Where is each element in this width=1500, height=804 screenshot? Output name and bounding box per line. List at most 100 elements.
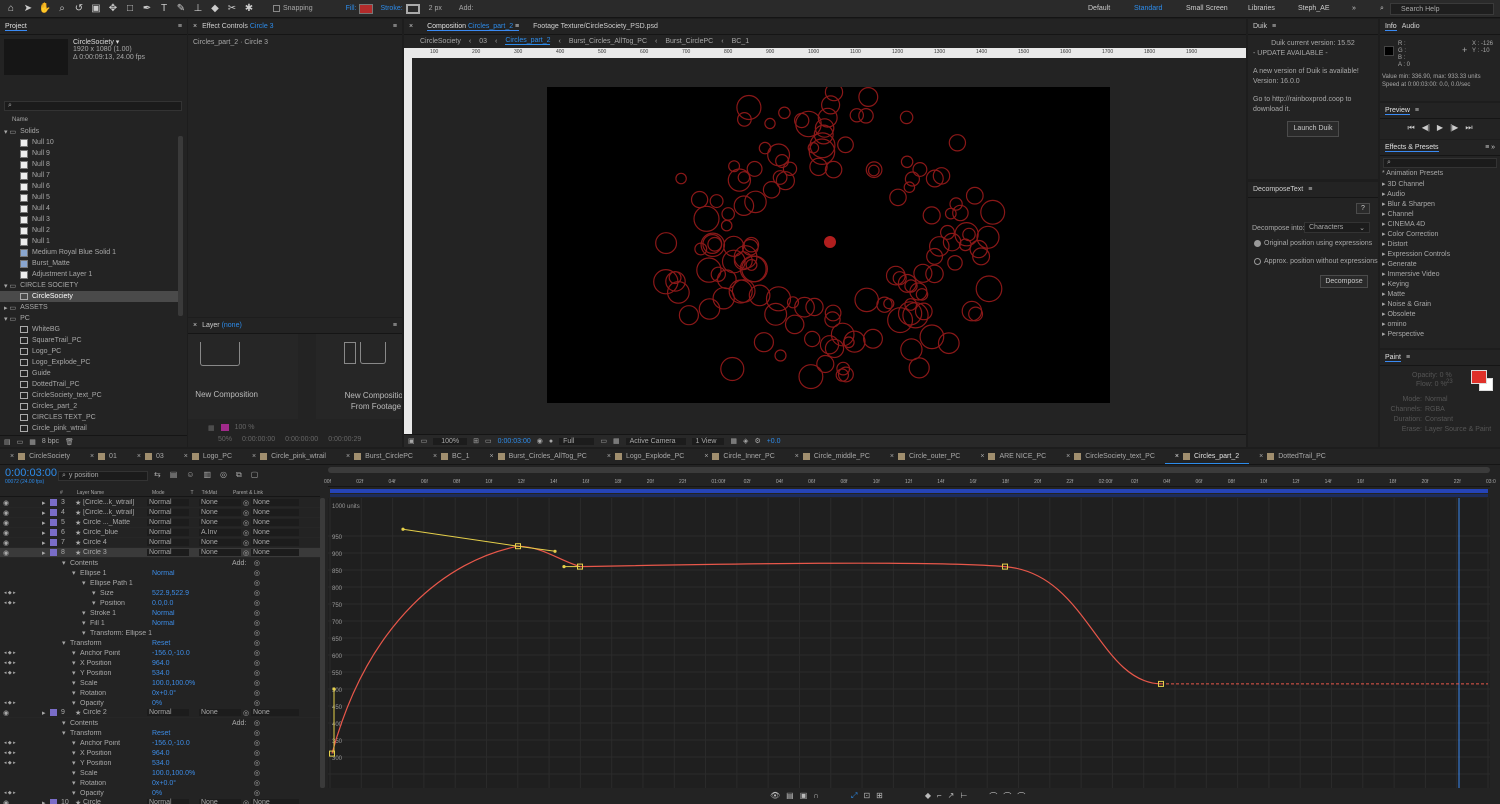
- mask-icon[interactable]: ▭: [485, 437, 492, 445]
- workspace-steph[interactable]: Steph_AE: [1298, 5, 1330, 12]
- shape-circle[interactable]: [786, 296, 800, 309]
- time-ruler[interactable]: 00f 02f 04f 06f 08f 10f 12f 14f 16f 18f 20f 22f 01:0…: [324, 475, 1496, 487]
- keyframe-nav[interactable]: ◂ ◆ ▸: [0, 670, 50, 676]
- eye-icon[interactable]: ◉: [0, 529, 12, 537]
- timeline-tab[interactable]: × Logo_Explode_PC: [597, 449, 694, 464]
- work-area-bar[interactable]: [330, 489, 1488, 493]
- layer-row[interactable]: ◉ ▸ 9 ★ Circle 2 Normal None ◎ None: [0, 708, 320, 718]
- project-item[interactable]: Circle_pink_wtrail: [0, 423, 178, 434]
- handle-point[interactable]: [332, 687, 336, 691]
- property-row[interactable]: ▾ Transform Reset ◎: [0, 728, 320, 738]
- center-dot[interactable]: [824, 236, 836, 248]
- layer-row[interactable]: ◉ ▸ 5 ★ Circle ..._Matte Normal None ◎ None: [0, 518, 320, 528]
- shape-circle[interactable]: [904, 171, 920, 187]
- prev-frame-icon[interactable]: ◀|: [1422, 123, 1430, 133]
- close-icon[interactable]: ×: [193, 322, 197, 329]
- transform-box-icon[interactable]: ▣: [800, 791, 808, 802]
- effects-category[interactable]: ▸ Immersive Video: [1382, 270, 1500, 280]
- property-row[interactable]: ◂ ◆ ▸ ▾ Opacity 0% ◎: [0, 698, 320, 708]
- new-comp-icon[interactable]: ▦: [29, 438, 36, 446]
- close-icon[interactable]: ×: [1259, 453, 1263, 460]
- stroke-width[interactable]: 2 px: [429, 5, 442, 12]
- shape-circle[interactable]: [778, 106, 791, 120]
- label-color[interactable]: [50, 549, 57, 556]
- property-value[interactable]: 100.0,100.0%: [152, 680, 232, 687]
- expression-icon[interactable]: ◎: [254, 569, 260, 577]
- close-icon[interactable]: ×: [346, 453, 350, 460]
- close-icon[interactable]: ×: [980, 453, 984, 460]
- layer-mode-select[interactable]: Normal: [147, 509, 189, 516]
- time-navigator[interactable]: [328, 467, 1490, 473]
- paint-duration-select[interactable]: Constant: [1422, 415, 1453, 425]
- shape-circle[interactable]: [737, 171, 751, 184]
- project-col-name[interactable]: Name: [12, 117, 28, 123]
- effect-controls-tab[interactable]: Effect Controls Circle 3: [202, 23, 273, 30]
- fill-swatch[interactable]: [359, 3, 374, 14]
- shape-circle[interactable]: [809, 157, 828, 177]
- eye-icon[interactable]: ◉: [0, 549, 12, 557]
- expression-icon[interactable]: ◎: [254, 559, 260, 567]
- next-frame-icon[interactable]: |▶: [1450, 123, 1458, 133]
- layer-parent-select[interactable]: None: [251, 539, 299, 546]
- layer-duration[interactable]: 0:00:00:29: [328, 436, 361, 443]
- layer-zoom[interactable]: 100 %: [235, 424, 255, 431]
- close-icon[interactable]: ×: [795, 453, 799, 460]
- twirl-icon[interactable]: ▾: [82, 609, 90, 617]
- shy-icon[interactable]: ☺: [186, 470, 194, 480]
- property-value[interactable]: Normal: [152, 620, 232, 627]
- shape-circle[interactable]: [975, 275, 1003, 303]
- twirl-icon[interactable]: ▾: [72, 649, 80, 657]
- layer-name[interactable]: Circle 2: [83, 709, 143, 716]
- shape-circle[interactable]: [696, 257, 722, 283]
- property-row[interactable]: ▾ Rotation 0x+0.0° ◎: [0, 688, 320, 698]
- 3d-icon[interactable]: ◈: [743, 437, 748, 445]
- pickwhip-icon[interactable]: ◎: [241, 509, 251, 517]
- audio-tab[interactable]: Audio: [1402, 23, 1420, 30]
- expression-icon[interactable]: ◎: [254, 649, 260, 657]
- close-icon[interactable]: ×: [409, 23, 413, 30]
- shape-circle[interactable]: [900, 338, 923, 361]
- timeline-tab[interactable]: × CircleSociety_text_PC: [1056, 449, 1165, 464]
- add-label[interactable]: Add:: [459, 5, 473, 12]
- shape-circle[interactable]: [720, 356, 745, 382]
- effects-category[interactable]: ▸ 3D Channel: [1382, 180, 1500, 190]
- pixel-icon[interactable]: ▦: [730, 437, 737, 445]
- shape-circle[interactable]: [736, 94, 762, 121]
- duik-tab[interactable]: Duik: [1253, 23, 1267, 30]
- pickwhip-icon[interactable]: ◎: [241, 519, 251, 527]
- twirl-icon[interactable]: ▾: [72, 759, 80, 767]
- property-row[interactable]: ▾ Rotation 0x+0.0° ◎: [0, 778, 320, 788]
- layer-mode-select[interactable]: Normal: [147, 519, 189, 526]
- effects-category[interactable]: ▸ Perspective: [1382, 330, 1500, 340]
- property-value[interactable]: 0.0,0.0: [152, 600, 232, 607]
- paint-fg-color[interactable]: [1471, 370, 1487, 384]
- effects-category[interactable]: ▸ Color Correction: [1382, 230, 1500, 240]
- layer-mode-select[interactable]: Normal: [147, 529, 189, 536]
- shape-circle[interactable]: [765, 286, 792, 312]
- paint-channels-select[interactable]: RGBA: [1422, 405, 1445, 415]
- close-icon[interactable]: ×: [704, 453, 708, 460]
- eye-icon[interactable]: ◉: [0, 519, 12, 527]
- workspace-default[interactable]: Default: [1088, 5, 1110, 12]
- timeline-tab[interactable]: × BC_1: [423, 449, 480, 464]
- grid-icon[interactable]: ⊞: [473, 437, 479, 445]
- twirl-icon[interactable]: ▸: [42, 549, 50, 557]
- property-value[interactable]: 964.0: [152, 750, 232, 757]
- project-item[interactable]: CircleSociety: [0, 291, 178, 302]
- property-row[interactable]: ◂ ◆ ▸ ▾ Y Position 534.0 ◎: [0, 758, 320, 768]
- shape-circle[interactable]: [849, 108, 864, 123]
- bpc-label[interactable]: 8 bpc: [42, 438, 59, 445]
- shape-circle[interactable]: [854, 287, 879, 313]
- eye-icon[interactable]: ◉: [0, 499, 12, 507]
- clone-tool-icon[interactable]: ⊥: [191, 2, 205, 16]
- pickwhip-icon[interactable]: ◎: [241, 529, 251, 537]
- shape-circle[interactable]: [948, 134, 967, 152]
- layer-name[interactable]: Circle 3: [83, 549, 143, 556]
- effects-category[interactable]: ▸ Channel: [1382, 210, 1500, 220]
- label-color[interactable]: [50, 799, 57, 804]
- twirl-icon[interactable]: ▾: [72, 749, 80, 757]
- graph-options-icon[interactable]: ▤: [786, 791, 794, 802]
- puppet-tool-icon[interactable]: ✱: [242, 2, 256, 16]
- eye-icon[interactable]: ◉: [0, 539, 12, 547]
- play-icon[interactable]: ▶: [1437, 123, 1443, 133]
